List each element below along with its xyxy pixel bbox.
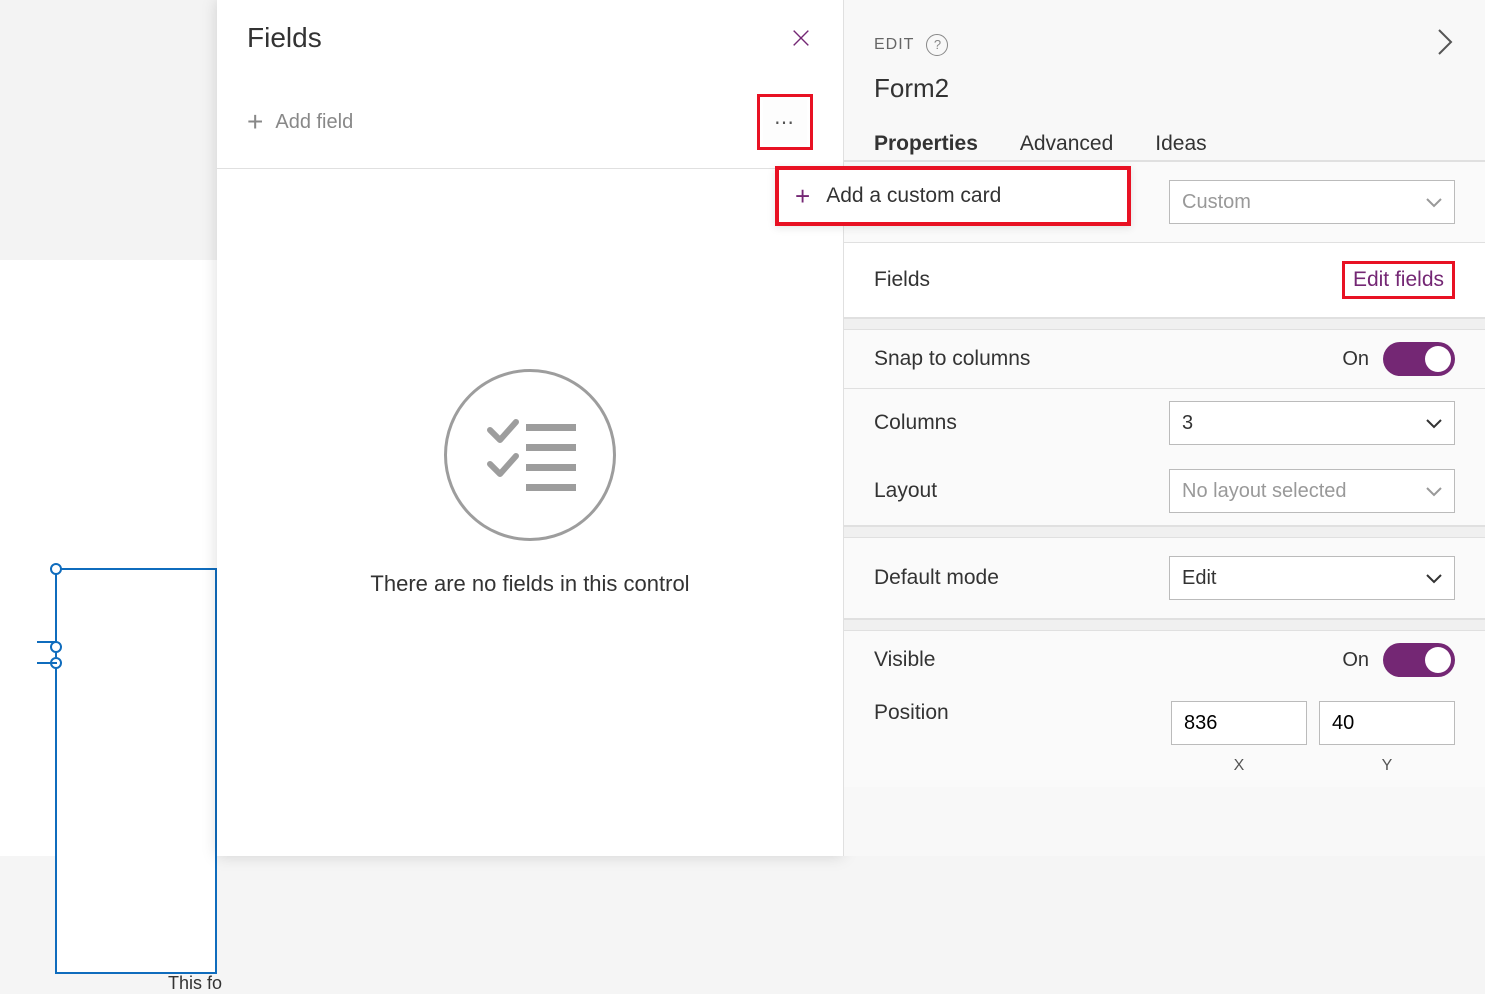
fields-panel: Fields + Add field ⋯ There are no f: [217, 0, 843, 856]
selection-midline: [37, 662, 57, 664]
fields-panel-title: Fields: [247, 22, 322, 54]
plus-icon: +: [795, 181, 810, 212]
position-label: Position: [874, 701, 949, 725]
data-source-dropdown[interactable]: Custom: [1169, 180, 1455, 224]
section-divider: [844, 318, 1485, 330]
fields-label: Fields: [874, 268, 930, 292]
checklist-icon: [444, 369, 616, 541]
columns-label: Columns: [874, 411, 957, 435]
columns-value: 3: [1182, 412, 1193, 435]
resize-handle-icon[interactable]: [50, 641, 62, 653]
chevron-down-icon: [1426, 567, 1442, 590]
position-x-value: 836: [1184, 712, 1217, 735]
collapse-panel-button[interactable]: [1435, 28, 1455, 61]
edit-fields-link[interactable]: Edit fields: [1353, 268, 1444, 291]
canvas-area[interactable]: This fo: [0, 260, 217, 856]
section-divider: [844, 526, 1485, 538]
position-y-input[interactable]: 40: [1319, 701, 1455, 745]
tab-ideas[interactable]: Ideas: [1155, 132, 1206, 166]
position-x-input[interactable]: 836: [1171, 701, 1307, 745]
add-custom-card-menuitem[interactable]: + Add a custom card: [775, 166, 1131, 226]
columns-dropdown[interactable]: 3: [1169, 401, 1455, 445]
visible-toggle[interactable]: [1383, 643, 1455, 677]
add-field-label: Add field: [275, 111, 353, 134]
control-name: Form2: [874, 73, 1455, 104]
default-mode-value: Edit: [1182, 567, 1216, 590]
ellipsis-icon: ⋯: [774, 110, 796, 135]
help-icon[interactable]: ?: [926, 34, 948, 56]
chevron-down-icon: [1426, 191, 1442, 214]
layout-value: No layout selected: [1182, 480, 1347, 503]
chevron-down-icon: [1426, 412, 1442, 435]
layout-label: Layout: [874, 479, 937, 503]
tab-advanced[interactable]: Advanced: [1020, 132, 1113, 166]
empty-state: There are no fields in this control: [217, 369, 843, 597]
more-options-button[interactable]: ⋯: [763, 100, 807, 144]
add-custom-card-label: Add a custom card: [826, 184, 1001, 208]
close-button[interactable]: [789, 26, 813, 50]
position-y-value: 40: [1332, 712, 1354, 735]
visible-label: Visible: [874, 648, 935, 672]
property-panel: EDIT ? Form2 Properties Advanced Ideas D…: [843, 0, 1485, 856]
annotation-highlight: ⋯: [757, 94, 813, 150]
resize-handle-icon[interactable]: [50, 563, 62, 575]
position-y-axis-label: Y: [1319, 757, 1455, 775]
chevron-right-icon: [1435, 28, 1455, 56]
data-source-value: Custom: [1182, 191, 1251, 214]
plus-icon: +: [247, 108, 263, 136]
snap-state: On: [1342, 348, 1369, 371]
tab-properties[interactable]: Properties: [874, 132, 978, 166]
default-mode-dropdown[interactable]: Edit: [1169, 556, 1455, 600]
canvas-helper-text: This fo: [168, 973, 222, 994]
edit-mode-label: EDIT: [874, 36, 914, 54]
snap-label: Snap to columns: [874, 347, 1030, 371]
section-divider: [844, 619, 1485, 631]
default-mode-label: Default mode: [874, 566, 999, 590]
chevron-down-icon: [1426, 480, 1442, 503]
form-selection-box[interactable]: [55, 568, 217, 974]
visible-state: On: [1342, 649, 1369, 672]
layout-dropdown[interactable]: No layout selected: [1169, 469, 1455, 513]
snap-toggle[interactable]: [1383, 342, 1455, 376]
annotation-highlight: Edit fields: [1342, 261, 1455, 299]
close-icon: [790, 27, 812, 49]
position-x-axis-label: X: [1171, 757, 1307, 775]
empty-state-message: There are no fields in this control: [370, 571, 689, 597]
add-field-button[interactable]: + Add field: [247, 108, 353, 136]
